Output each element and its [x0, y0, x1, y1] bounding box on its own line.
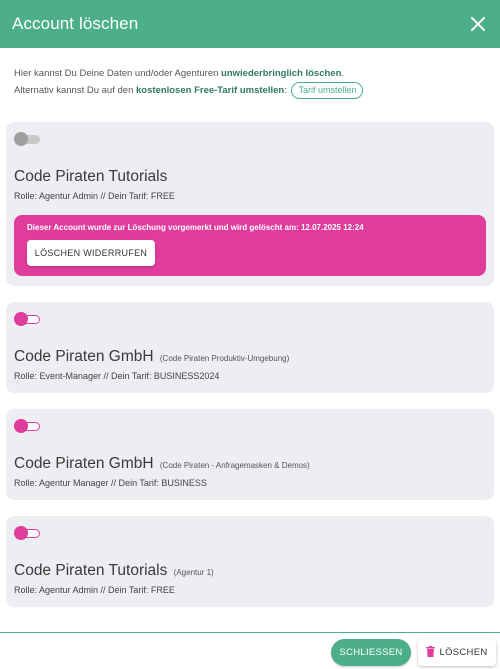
- deletion-alert-text: Dieser Account wurde zur Löschung vorgem…: [27, 223, 364, 232]
- account-card: Code Piraten Tutorials Rolle: Agentur Ad…: [6, 122, 494, 286]
- account-name-row: Code Piraten GmbH (Code Piraten - Anfrag…: [14, 455, 486, 473]
- account-subtitle: (Agentur 1): [173, 568, 214, 577]
- account-toggle[interactable]: [14, 132, 42, 146]
- trash-icon: [426, 645, 436, 660]
- account-role: Rolle: Agentur Manager // Dein Tarif: BU…: [14, 478, 207, 488]
- schliessen-button[interactable]: SCHLIESSEN: [331, 639, 411, 666]
- account-toggle[interactable]: [14, 526, 42, 540]
- loeschen-widerrufen-button[interactable]: LÖSCHEN WIDERRUFEN: [27, 240, 155, 266]
- deletion-alert: Dieser Account wurde zur Löschung vorgem…: [14, 215, 486, 276]
- account-card: Code Piraten GmbH (Code Piraten - Anfrag…: [6, 409, 494, 500]
- intro-line-1: Hier kannst Du Deine Daten und/oder Agen…: [14, 66, 486, 82]
- dialog-footer: SCHLIESSEN LÖSCHEN: [0, 632, 500, 669]
- intro-line-2: Alternativ kannst Du auf den kostenlosen…: [14, 82, 486, 99]
- account-card: Code Piraten Tutorials (Agentur 1) Rolle…: [6, 516, 494, 607]
- intro-line-1-text: Hier kannst Du Deine Daten und/oder Agen…: [14, 68, 222, 79]
- tarif-umstellen-button[interactable]: Tarif umstellen: [291, 82, 364, 99]
- account-card: Code Piraten GmbH (Code Piraten Produkti…: [6, 302, 494, 393]
- account-name: Code Piraten GmbH: [14, 348, 154, 365]
- intro-line-2-end: :: [284, 85, 287, 96]
- account-role: Rolle: Agentur Admin // Dein Tarif: FREE: [14, 191, 175, 201]
- dialog-title: Account löschen: [12, 14, 139, 33]
- account-name-row: Code Piraten GmbH (Code Piraten Produkti…: [14, 348, 486, 366]
- dialog-header: Account löschen: [0, 0, 500, 48]
- account-list: Code Piraten Tutorials Rolle: Agentur Ad…: [6, 122, 494, 623]
- close-icon[interactable]: [468, 14, 488, 34]
- account-name: Code Piraten Tutorials: [14, 562, 168, 579]
- account-name-row: Code Piraten Tutorials: [14, 168, 486, 186]
- intro-line-1-end: .: [341, 68, 345, 79]
- account-subtitle: (Code Piraten - Anfragemasken & Demos): [159, 461, 310, 470]
- intro-line-2-text: Alternativ kannst Du auf den: [14, 85, 136, 96]
- account-role: Rolle: Agentur Admin // Dein Tarif: FREE: [14, 585, 175, 595]
- account-subtitle: (Code Piraten Produktiv-Umgebung): [159, 354, 290, 363]
- account-name: Code Piraten GmbH: [14, 455, 154, 472]
- account-name: Code Piraten Tutorials: [14, 168, 168, 185]
- account-name-row: Code Piraten Tutorials (Agentur 1): [14, 562, 486, 580]
- account-role: Rolle: Event-Manager // Dein Tarif: BUSI…: [14, 371, 220, 381]
- loeschen-button[interactable]: LÖSCHEN: [418, 639, 496, 666]
- account-toggle[interactable]: [14, 419, 42, 433]
- intro-line-1-emphasis: unwiederbringlich löschen: [221, 68, 342, 79]
- account-toggle[interactable]: [14, 312, 42, 326]
- loeschen-button-label: LÖSCHEN: [439, 647, 488, 658]
- intro-line-2-emphasis: kostenlosen Free-Tarif umstellen: [136, 85, 285, 96]
- intro-text: Hier kannst Du Deine Daten und/oder Agen…: [0, 48, 500, 99]
